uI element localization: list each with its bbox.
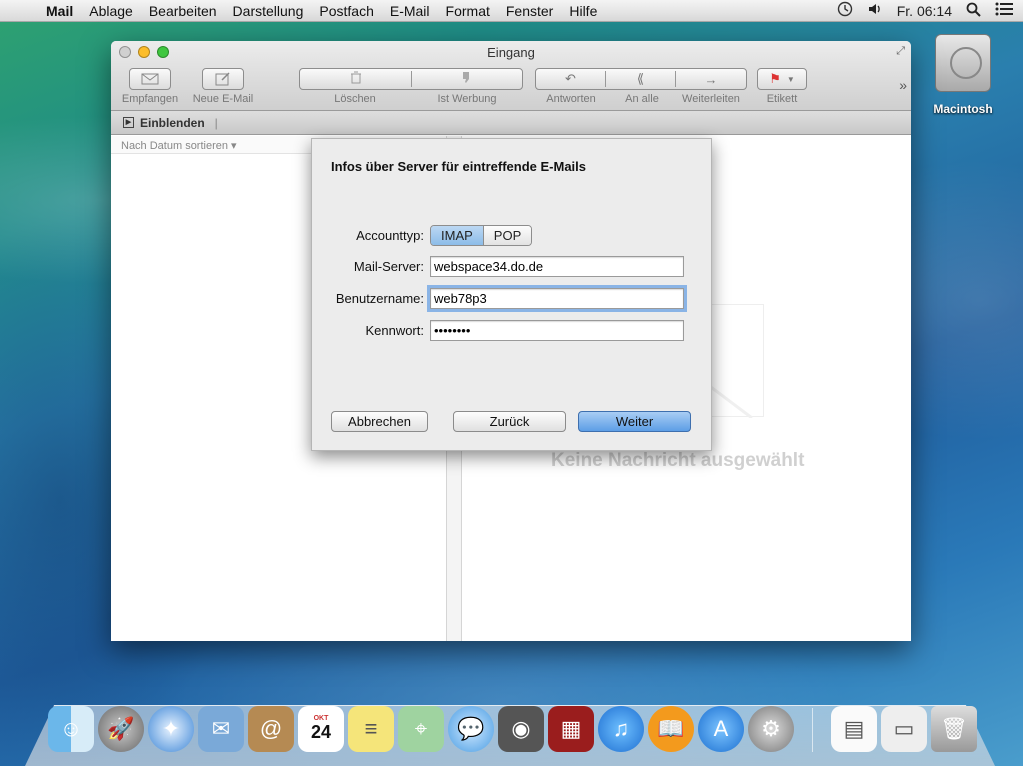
menu-email[interactable]: E-Mail <box>382 3 438 19</box>
trash-icon <box>350 71 361 84</box>
fullscreen-icon[interactable]: ⤢ <box>896 45 905 58</box>
mail-server-row: Mail-Server: <box>312 256 713 277</box>
forward-button[interactable]: → <box>676 72 746 87</box>
reply-all-arrow-icon: ⟪ <box>636 71 645 86</box>
itunes-icon[interactable]: ♫ <box>598 706 644 752</box>
reply-all-label: An alle <box>625 93 659 105</box>
cancel-button[interactable]: Abbrechen <box>331 411 428 432</box>
messages-icon[interactable]: 💬 <box>448 706 494 752</box>
reply-button[interactable]: ↶ <box>536 71 606 87</box>
no-message-selected-text: Keine Nachricht ausgewählt <box>551 450 805 471</box>
trash-icon[interactable]: 🗑 <box>931 706 977 752</box>
macintosh-hd-icon[interactable]: Macintosh <box>930 34 996 116</box>
toolbar-overflow-icon[interactable]: » <box>899 77 907 93</box>
mail-server-input[interactable] <box>430 256 684 277</box>
pop-option[interactable]: POP <box>483 226 532 245</box>
finder-icon[interactable]: ☺ <box>48 706 94 752</box>
window-title: Eingang <box>487 45 535 60</box>
menu-fenster[interactable]: Fenster <box>498 3 561 19</box>
window-icon[interactable]: ▭ <box>881 706 927 752</box>
receive-button[interactable] <box>129 68 171 90</box>
account-type-segmented: IMAP POP <box>430 225 533 246</box>
incoming-server-sheet: Infos über Server für eintreffende E-Mai… <box>311 138 712 451</box>
reply-all-button[interactable]: ⟪ <box>606 71 676 87</box>
filter-separator: | <box>214 115 218 130</box>
dock-separator <box>812 708 813 752</box>
envelope-icon <box>141 73 159 85</box>
thumbs-down-icon <box>463 72 469 83</box>
filter-bar: ▶ Einblenden | <box>111 111 911 135</box>
document-icon[interactable]: ▤ <box>831 706 877 752</box>
forward-arrow-icon: → <box>704 71 718 87</box>
menu-bearbeiten[interactable]: Bearbeiten <box>141 3 225 19</box>
menu-ablage[interactable]: Ablage <box>81 3 141 19</box>
flag-icon: ⚑ <box>769 71 781 86</box>
notes-icon[interactable]: ≡ <box>348 706 394 752</box>
username-row: Benutzername: <box>312 285 713 312</box>
reply-arrow-icon: ↶ <box>565 71 576 86</box>
clock[interactable]: Fr. 06:14 <box>897 3 952 19</box>
spotlight-icon[interactable] <box>966 2 981 20</box>
password-row: Kennwort: <box>312 320 713 341</box>
menu-format[interactable]: Format <box>438 3 498 19</box>
flag-label: Etikett <box>766 93 798 105</box>
show-mailboxes-button[interactable]: Einblenden <box>140 116 205 130</box>
menu-hilfe[interactable]: Hilfe <box>561 3 605 19</box>
account-type-label: Accounttyp: <box>356 228 424 243</box>
menu-postfach[interactable]: Postfach <box>311 3 381 19</box>
menu-darstellung[interactable]: Darstellung <box>225 3 312 19</box>
flag-button[interactable]: ⚑ ▼ <box>757 68 807 90</box>
calendar-day: 24 <box>310 722 332 742</box>
delete-button[interactable] <box>300 71 412 87</box>
photobooth-icon[interactable]: ▦ <box>548 706 594 752</box>
calendar-icon[interactable]: OKT 24 <box>298 706 344 752</box>
compose-icon <box>215 72 230 86</box>
safari-icon[interactable]: ✦ <box>148 706 194 752</box>
imap-option[interactable]: IMAP <box>431 226 484 245</box>
junk-label: Ist Werbung <box>437 93 497 105</box>
sheet-title: Infos über Server für eintreffende E-Mai… <box>331 159 587 174</box>
preferences-icon[interactable]: ⚙ <box>748 706 794 752</box>
next-button[interactable]: Weiter <box>578 411 691 432</box>
macintosh-hd-label: Macintosh <box>933 102 993 116</box>
appstore-icon[interactable]: A <box>698 706 744 752</box>
forward-label: Weiterleiten <box>682 93 740 105</box>
dock-icons: ☺ 🚀 ✦ ✉ @ OKT 24 ≡ ⌖ 💬 ◉ ▦ ♫ 📖 A ⚙ ▤ ▭ 🗑 <box>48 706 977 752</box>
password-label: Kennwort: <box>365 323 424 338</box>
delete-label: Löschen <box>334 93 376 105</box>
password-input[interactable] <box>430 320 684 341</box>
volume-icon[interactable] <box>867 2 883 19</box>
menu-app-mail[interactable]: Mail <box>38 3 81 19</box>
calendar-month: OKT <box>313 715 329 722</box>
reply-label: Antworten <box>546 93 596 105</box>
ibooks-icon[interactable]: 📖 <box>648 706 694 752</box>
receive-label: Empfangen <box>121 93 179 105</box>
mail-icon[interactable]: ✉ <box>198 706 244 752</box>
account-type-row: Accounttyp: IMAP POP <box>312 225 713 246</box>
junk-button[interactable] <box>412 71 522 87</box>
dropdown-arrow-icon: ▼ <box>786 74 795 84</box>
back-button[interactable]: Zurück <box>453 411 566 432</box>
mail-server-label: Mail-Server: <box>353 259 424 274</box>
username-input[interactable] <box>427 285 687 312</box>
show-mailboxes-icon[interactable]: ▶ <box>123 117 134 128</box>
facetime-icon[interactable]: ◉ <box>498 706 544 752</box>
time-machine-icon[interactable] <box>837 1 853 20</box>
maps-icon[interactable]: ⌖ <box>398 706 444 752</box>
hard-disk-icon <box>935 34 991 92</box>
reply-group: ↶ ⟪ → <box>535 68 747 90</box>
notification-center-icon[interactable] <box>995 2 1013 19</box>
contacts-icon[interactable]: @ <box>248 706 294 752</box>
new-mail-label: Neue E-Mail <box>192 93 254 105</box>
username-label: Benutzername: <box>335 291 424 306</box>
window-titlebar: Eingang ⤢ Empfangen Neue E-Mail Löschen … <box>111 41 911 111</box>
new-mail-button[interactable] <box>202 68 244 90</box>
launchpad-icon[interactable]: 🚀 <box>98 706 144 752</box>
delete-junk-group <box>299 68 523 90</box>
menu-bar: Mail Ablage Bearbeiten Darstellung Postf… <box>0 0 1023 22</box>
